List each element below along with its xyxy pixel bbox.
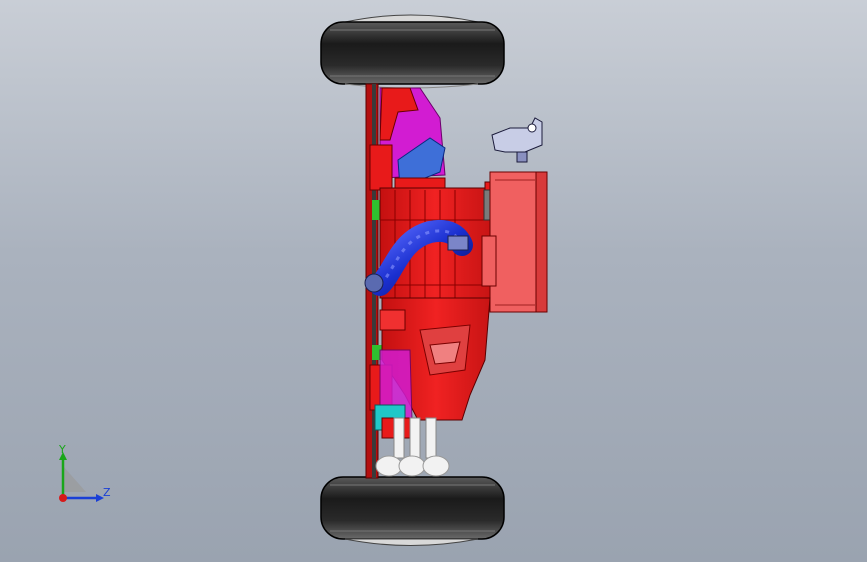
- z-axis-label: Z: [103, 486, 111, 499]
- top-wheel[interactable]: [320, 14, 505, 89]
- coordinate-triad: [59, 452, 104, 502]
- triad-plane-shadow: [63, 466, 86, 492]
- graphics-viewport[interactable]: Y Z: [0, 0, 867, 562]
- y-axis-label: Y: [59, 443, 66, 456]
- origin-dot-icon: [59, 494, 67, 502]
- bottom-tire: [320, 476, 505, 540]
- floating-bracket[interactable]: [491, 117, 543, 163]
- hose-clamp-left: [364, 273, 384, 293]
- hose-clamp-right: [447, 235, 469, 251]
- top-hub-cap: [344, 14, 479, 23]
- vehicle-assembly-model[interactable]: [0, 0, 867, 562]
- side-housing[interactable]: [481, 171, 548, 313]
- upper-suspension[interactable]: [369, 87, 446, 191]
- top-tire: [320, 21, 505, 85]
- bottom-wheel[interactable]: [320, 476, 505, 546]
- bottom-hub-cap: [344, 538, 479, 546]
